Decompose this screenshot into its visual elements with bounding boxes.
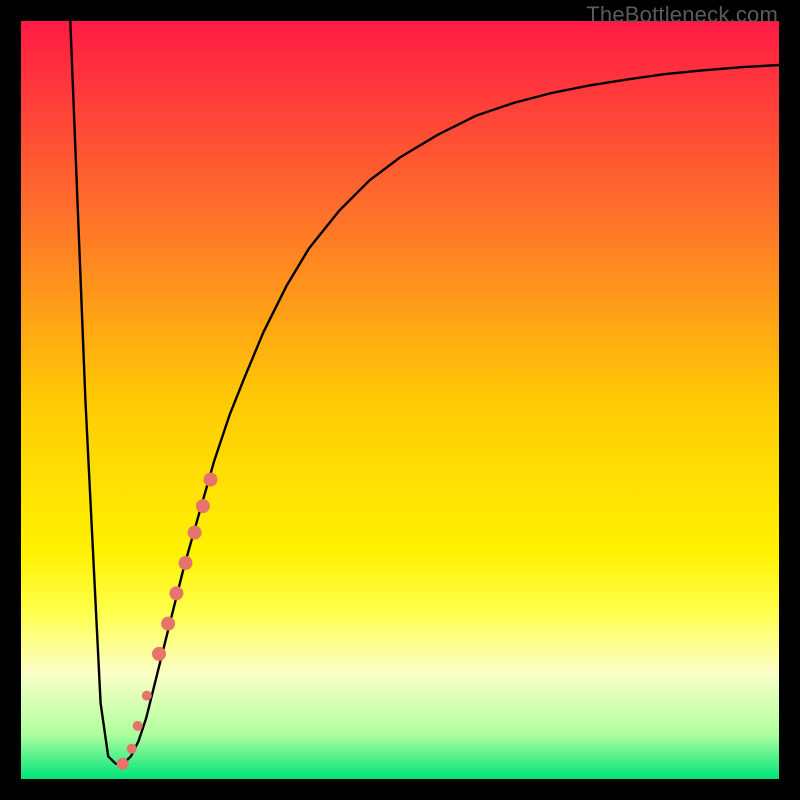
chart-svg	[21, 21, 779, 779]
marker-dot	[204, 473, 218, 487]
marker-dot	[196, 499, 210, 513]
marker-dot	[117, 758, 129, 770]
plot-area	[21, 21, 779, 779]
marker-dot	[179, 556, 193, 570]
marker-dot	[169, 586, 183, 600]
marker-dot	[161, 617, 175, 631]
gradient-background	[21, 21, 779, 779]
marker-dot	[127, 744, 137, 754]
marker-dot	[142, 691, 152, 701]
marker-dot	[188, 526, 202, 540]
watermark-text: TheBottleneck.com	[586, 2, 778, 28]
chart-frame: TheBottleneck.com	[0, 0, 800, 800]
marker-dot	[152, 647, 166, 661]
marker-dot	[133, 721, 143, 731]
